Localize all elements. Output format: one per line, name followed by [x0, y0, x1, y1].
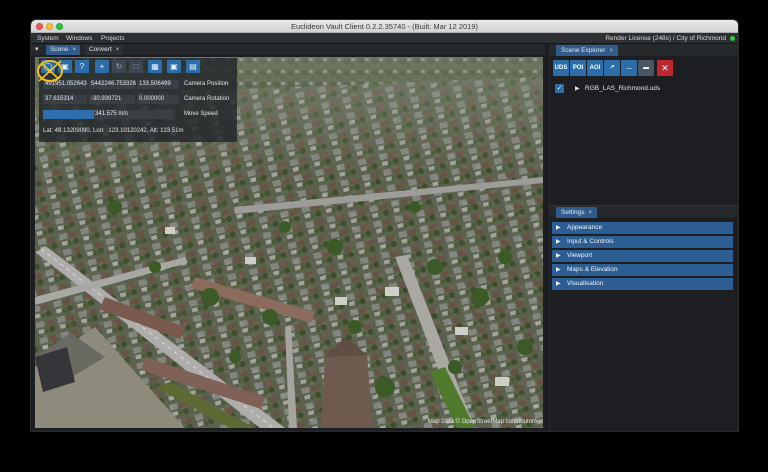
- rotate-icon[interactable]: ↻: [112, 60, 126, 73]
- expand-arrow-icon: ▶: [556, 267, 561, 273]
- tab-convert[interactable]: Convert ×: [85, 45, 124, 55]
- tab-scene-close-icon[interactable]: ×: [72, 47, 76, 53]
- move-gizmo-icon[interactable]: +: [95, 60, 109, 73]
- pane-menu-icon[interactable]: ▾: [35, 45, 39, 53]
- dataset-label[interactable]: RGB_LAS_Richmond.uds: [585, 85, 660, 92]
- settings-section-maps-elevation[interactable]: ▶ Maps & Elevation: [552, 264, 733, 276]
- settings-close-icon[interactable]: ×: [589, 210, 593, 216]
- menu-projects[interactable]: Projects: [101, 35, 124, 42]
- menu-bar: System Windows Projects Render License (…: [31, 33, 738, 44]
- calendar-icon[interactable]: ▦: [148, 60, 162, 73]
- scene-explorer-tab-label: Scene Explorer: [561, 47, 606, 54]
- add-uds-button[interactable]: UDS: [553, 60, 569, 76]
- camera-rotation-z[interactable]: 0.000000: [137, 95, 179, 104]
- folder-icon[interactable]: ▬: [638, 60, 654, 76]
- settings-section-input-controls[interactable]: ▶ Input & Controls: [552, 236, 733, 248]
- settings-section-label: Viewport: [567, 252, 593, 259]
- license-status: Render License (248s) / City of Richmond: [605, 35, 726, 42]
- 3d-viewport[interactable]: ◯ ▣ ? + ↻ □ ▦ ▣ ▤ 491951.052643 5442246.…: [35, 57, 543, 428]
- move-speed-row: 341.575 m/s Move Speed: [43, 110, 233, 120]
- fullscreen-icon[interactable]: ▣: [167, 60, 181, 73]
- settings-tab-label: Settings: [561, 209, 585, 216]
- move-speed-slider[interactable]: 341.575 m/s: [43, 110, 175, 119]
- tab-scene-label: Scene: [50, 46, 69, 53]
- expand-arrow-icon: ▶: [556, 225, 561, 231]
- settings-section-label: Appearance: [567, 224, 603, 231]
- tab-settings[interactable]: Settings ×: [556, 207, 598, 218]
- app-window: Euclideon Vault Client 0.2.2.35740 - (Bu…: [31, 20, 738, 431]
- settings-section-label: Maps & Elevation: [567, 266, 618, 273]
- settings-panel: ▶ Appearance ▶ Input & Controls ▶ Viewpo…: [552, 222, 737, 292]
- camera-rotation-row: 37.615314 -30.939721 0.000000 Camera Rot…: [43, 95, 233, 105]
- title-bar: Euclideon Vault Client 0.2.2.35740 - (Bu…: [31, 20, 738, 33]
- camera-position-row: 491951.052643 5442246.753326 133.506499 …: [43, 80, 233, 90]
- settings-section-visualisation[interactable]: ▶ Visualisation: [552, 278, 733, 290]
- visibility-checkbox[interactable]: ✓: [555, 84, 564, 93]
- camera-position-y[interactable]: 5442246.753326: [89, 80, 136, 89]
- add-aoi-button[interactable]: AOI: [587, 60, 603, 76]
- menu-system[interactable]: System: [37, 35, 59, 42]
- scene-explorer-tab-bar: Scene Explorer ×: [550, 44, 738, 56]
- add-poi-button[interactable]: POI: [570, 60, 586, 76]
- tab-convert-close-icon[interactable]: ×: [116, 47, 120, 53]
- list-item[interactable]: ✓ ▶ RGB_LAS_Richmond.uds: [552, 82, 737, 96]
- map-attribution[interactable]: Map Data © OpenStreetMap contributors: [428, 419, 537, 425]
- scene-tab-bar: ▾ Scene × Convert ×: [31, 44, 545, 55]
- settings-section-appearance[interactable]: ▶ Appearance: [552, 222, 733, 234]
- menu-windows[interactable]: Windows: [66, 35, 92, 42]
- scale-icon[interactable]: □: [129, 60, 143, 73]
- delete-icon[interactable]: ✕: [657, 60, 673, 76]
- window-title: Euclideon Vault Client 0.2.2.35740 - (Bu…: [290, 22, 479, 31]
- tab-scene-explorer[interactable]: Scene Explorer ×: [556, 45, 618, 56]
- add-line-icon[interactable]: ↗: [604, 60, 620, 76]
- move-speed-label: Move Speed: [184, 111, 218, 117]
- expand-arrow-icon: ▶: [556, 281, 561, 287]
- move-speed-value: 341.575 m/s: [95, 111, 129, 117]
- screenshot-icon[interactable]: ▤: [186, 60, 200, 73]
- camera-position-label: Camera Position: [184, 81, 229, 87]
- side-pane: Scene Explorer × UDS POI AOI ↗ … ▬ ✕ ✓ ▶ …: [549, 44, 738, 431]
- settings-section-label: Visualisation: [567, 280, 604, 287]
- help-icon[interactable]: ?: [75, 60, 89, 73]
- scene-explorer-close-icon[interactable]: ×: [609, 48, 613, 54]
- camera-info-overlay: ◯ ▣ ? + ↻ □ ▦ ▣ ▤ 491951.052643 5442246.…: [39, 58, 237, 142]
- camera-rotation-x[interactable]: 37.615314: [43, 95, 87, 104]
- settings-section-label: Input & Controls: [567, 238, 614, 245]
- move-speed-slider-fill: [43, 110, 95, 119]
- lat-lon-readout: Lat: 49.13209090, Lon: -123.10120242, Al…: [43, 128, 184, 134]
- scene-pane: ▾ Scene × Convert × ◯ ▣ ? + ↻ □ ▦ ▣ ▤ 49…: [31, 44, 545, 431]
- compass-gizmo-icon[interactable]: [35, 57, 65, 85]
- expand-arrow-icon: ▶: [556, 239, 561, 245]
- expand-arrow-icon: ▶: [556, 253, 561, 259]
- settings-section-viewport[interactable]: ▶ Viewport: [552, 250, 733, 262]
- tab-scene[interactable]: Scene ×: [46, 45, 80, 55]
- camera-rotation-y[interactable]: -30.939721: [89, 95, 135, 104]
- camera-rotation-label: Camera Rotation: [184, 96, 230, 102]
- tab-convert-label: Convert: [89, 46, 112, 53]
- add-polygon-icon[interactable]: …: [621, 60, 637, 76]
- scene-explorer-list: ✓ ▶ RGB_LAS_Richmond.uds: [552, 82, 737, 202]
- license-status-indicator: [730, 36, 735, 41]
- camera-position-z[interactable]: 133.506499: [137, 80, 179, 89]
- settings-tab-bar: Settings ×: [550, 205, 738, 218]
- expand-arrow-icon[interactable]: ▶: [575, 85, 580, 92]
